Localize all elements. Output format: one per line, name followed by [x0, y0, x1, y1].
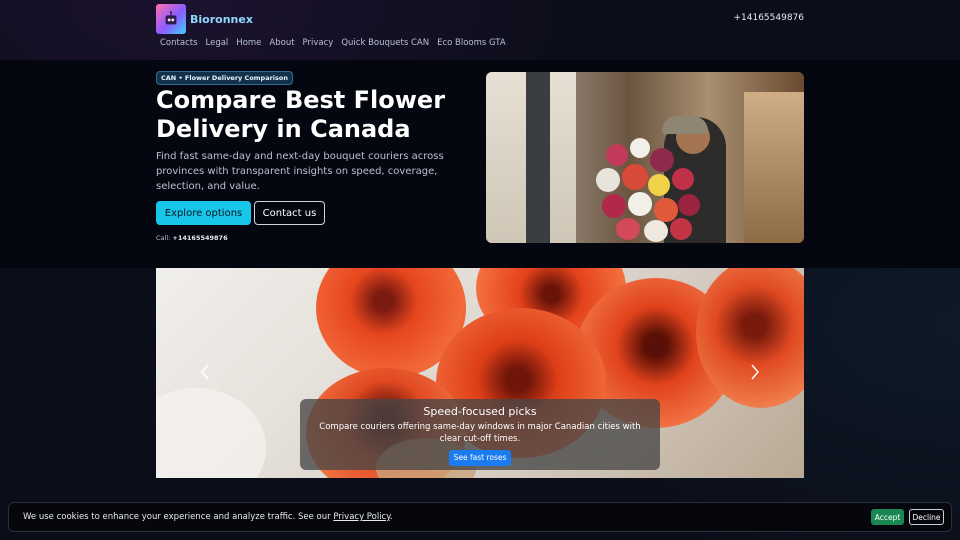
flower	[630, 138, 650, 158]
caption-title: Speed-focused picks	[423, 405, 537, 418]
robot-icon	[156, 4, 186, 34]
flower	[672, 168, 694, 190]
nav-item-quick-bouquets[interactable]: Quick Bouquets CAN	[337, 38, 433, 48]
flower	[628, 192, 652, 216]
brand[interactable]: Bioronnex	[156, 4, 253, 34]
decline-cookies-button[interactable]: Decline	[909, 509, 944, 525]
call-label: Call:	[156, 234, 171, 242]
chevron-right-icon[interactable]	[748, 362, 762, 382]
flower	[602, 194, 626, 218]
nav-item-legal[interactable]: Legal	[202, 38, 233, 48]
nav-item-privacy[interactable]: Privacy	[299, 38, 338, 48]
cookie-suffix: .	[390, 512, 393, 522]
nav-item-about[interactable]: About	[265, 38, 298, 48]
image-post	[526, 72, 550, 243]
call-number[interactable]: +14165549876	[172, 234, 227, 242]
flower	[596, 168, 620, 192]
flower	[606, 144, 628, 166]
carousel-caption: Speed-focused picks Compare couriers off…	[300, 399, 660, 470]
brand-name: Bioronnex	[190, 12, 253, 26]
flower	[644, 220, 668, 242]
chevron-left-icon[interactable]	[198, 362, 212, 382]
cookie-banner: We use cookies to enhance your experienc…	[8, 502, 952, 532]
hero-title: Compare Best Flower Delivery in Canada	[156, 86, 446, 143]
contact-us-button[interactable]: Contact us	[254, 201, 325, 225]
caption-text: Compare couriers offering same-day windo…	[319, 422, 641, 444]
hero-badge: CAN • Flower Delivery Comparison	[156, 71, 293, 85]
cookie-message: We use cookies to enhance your experienc…	[23, 512, 331, 522]
flower	[622, 164, 648, 190]
see-fast-roses-button[interactable]: See fast roses	[448, 449, 512, 466]
flower	[650, 148, 674, 172]
image-cap	[662, 116, 708, 134]
hero-section	[0, 60, 960, 268]
flower	[670, 218, 692, 240]
image-bouquet	[586, 134, 716, 243]
main-nav: Contacts Legal Home About Privacy Quick …	[156, 38, 510, 48]
hero-call: Call: +14165549876	[156, 234, 228, 242]
hero-image-florist	[486, 72, 804, 243]
nav-item-contacts[interactable]: Contacts	[156, 38, 202, 48]
cookie-text: We use cookies to enhance your experienc…	[23, 512, 393, 522]
nav-item-eco-blooms[interactable]: Eco Blooms GTA	[433, 38, 510, 48]
header-phone[interactable]: +14165549876	[733, 13, 804, 23]
flower	[678, 194, 700, 216]
flower	[654, 198, 678, 222]
site-header: Bioronnex +14165549876 Contacts Legal Ho…	[0, 0, 960, 60]
hero-description: Find fast same-day and next-day bouquet …	[156, 151, 444, 192]
image-wall	[744, 92, 804, 243]
flower	[648, 174, 670, 196]
flower	[616, 218, 640, 240]
nav-item-home[interactable]: Home	[232, 38, 265, 48]
accept-cookies-button[interactable]: Accept	[871, 509, 904, 525]
carousel-bg-shape	[156, 388, 266, 478]
explore-options-button[interactable]: Explore options	[156, 201, 251, 225]
privacy-policy-link[interactable]: Privacy Policy	[333, 512, 390, 522]
